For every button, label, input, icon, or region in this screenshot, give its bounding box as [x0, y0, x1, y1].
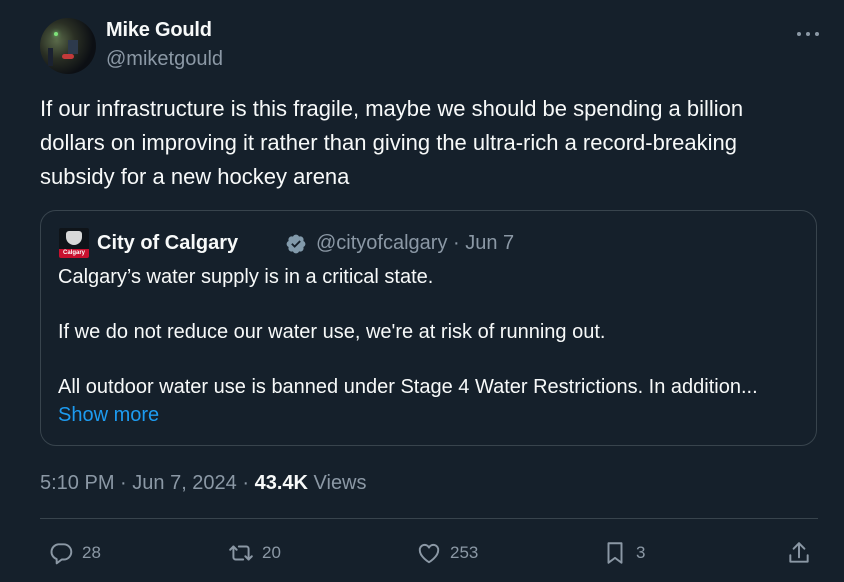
- share-button[interactable]: [786, 538, 812, 568]
- share-icon: [789, 542, 809, 563]
- tweet-meta: 5:10 PM · Jun 7, 2024 · 43.4K Views: [40, 472, 367, 494]
- tweet-time[interactable]: 5:10 PM: [40, 472, 114, 494]
- bookmark-icon: [607, 542, 623, 564]
- author-name[interactable]: Mike Gould: [106, 19, 212, 42]
- repost-icon: [229, 545, 253, 561]
- bookmark-button[interactable]: 3: [602, 538, 645, 568]
- quoted-line: Calgary’s water supply is in a critical …: [58, 266, 434, 288]
- divider: [40, 518, 818, 519]
- quoted-meta: @cityofcalgary · Jun 7: [316, 232, 515, 254]
- repost-button[interactable]: 20: [228, 538, 281, 568]
- quoted-line: If we do not reduce our water use, we're…: [58, 321, 606, 343]
- reply-icon: [50, 543, 73, 565]
- author-handle[interactable]: @miketgould: [106, 48, 223, 71]
- like-count: 253: [450, 543, 479, 562]
- views-count: 43.4K: [254, 472, 308, 494]
- reply-count: 28: [82, 543, 101, 562]
- quoted-line: All outdoor water use is banned under St…: [58, 376, 758, 398]
- tweet-text: If our infrastructure is this fragile, m…: [40, 96, 744, 189]
- show-more-link[interactable]: Show more: [58, 404, 159, 427]
- reply-button[interactable]: 28: [48, 538, 101, 568]
- verified-badge-icon: [286, 234, 306, 254]
- quoted-author-handle[interactable]: @cityofcalgary: [316, 232, 447, 254]
- more-options-icon[interactable]: [796, 24, 820, 44]
- bookmark-count: 3: [636, 543, 646, 562]
- avatar[interactable]: [40, 18, 96, 74]
- quoted-text: Calgary’s water supply is in a critical …: [58, 263, 808, 401]
- tweet-date[interactable]: Jun 7, 2024: [132, 472, 237, 494]
- city-of-calgary-logo: Calgary: [59, 228, 89, 258]
- quoted-date[interactable]: Jun 7: [465, 232, 514, 254]
- like-button[interactable]: 253: [416, 538, 478, 568]
- views-label: Views: [313, 472, 367, 494]
- quoted-tweet[interactable]: Calgary City of Calgary @cityofcalgary ·…: [40, 210, 817, 446]
- heart-icon: [418, 543, 440, 564]
- logo-text: Calgary: [59, 249, 89, 258]
- repost-count: 20: [262, 543, 281, 562]
- quoted-author-name[interactable]: City of Calgary: [97, 232, 238, 255]
